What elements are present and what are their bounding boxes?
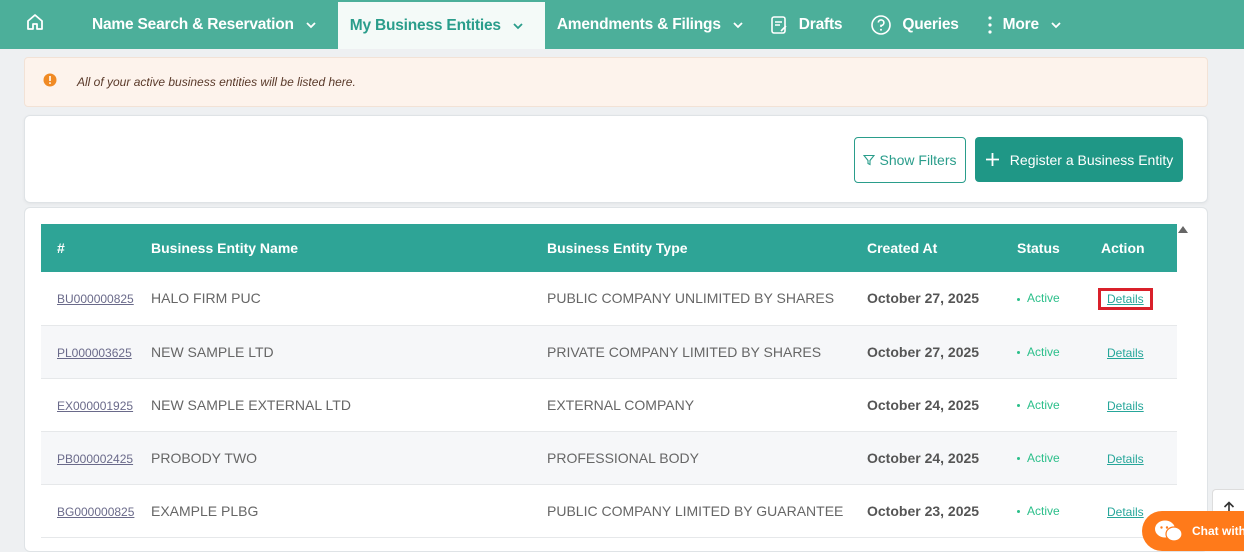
nav-label: More bbox=[1002, 15, 1039, 33]
status-badge: Active bbox=[1027, 503, 1060, 518]
header-type: Business Entity Type bbox=[547, 240, 688, 256]
nav-more[interactable]: More bbox=[973, 0, 1075, 49]
nav-label: My Business Entities bbox=[349, 16, 501, 34]
entity-id-link[interactable]: BG000000825 bbox=[57, 505, 134, 519]
status-dot bbox=[1017, 456, 1020, 460]
chat-icon bbox=[1155, 520, 1183, 542]
nav-my-business-entities[interactable]: My Business Entities bbox=[337, 2, 545, 49]
nav-name-search[interactable]: Name Search & Reservation bbox=[62, 0, 338, 49]
table-row: PB000002425 PROBODY TWO PROFESSIONAL BOD… bbox=[41, 431, 1177, 484]
entity-name: HALO FIRM PUC bbox=[151, 290, 261, 307]
home-icon bbox=[25, 12, 45, 37]
alert-text: All of your active business entities wil… bbox=[77, 75, 356, 89]
table-row: BU000000825 HALO FIRM PUC PUBLIC COMPANY… bbox=[41, 272, 1177, 325]
table-row: BG000000825 EXAMPLE PLBG PUBLIC COMPANY … bbox=[41, 484, 1177, 537]
table-row: PL000003625 NEW SAMPLE LTD PRIVATE COMPA… bbox=[41, 325, 1177, 378]
entity-created-at: October 27, 2025 bbox=[867, 290, 980, 307]
entity-type: PRIVATE COMPANY LIMITED BY SHARES bbox=[547, 343, 822, 360]
question-icon bbox=[870, 14, 892, 36]
entity-created-at: October 27, 2025 bbox=[867, 343, 980, 360]
chat-widget-button[interactable]: Chat with bbox=[1142, 511, 1244, 551]
chevron-down-icon bbox=[733, 21, 743, 28]
entity-type: PROFESSIONAL BODY bbox=[547, 449, 699, 466]
details-link[interactable]: Details bbox=[1101, 345, 1150, 361]
entity-name: PROBODY TWO bbox=[151, 449, 258, 466]
show-filters-label: Show Filters bbox=[879, 152, 957, 168]
plus-icon bbox=[985, 153, 999, 166]
entity-type: EXTERNAL COMPANY bbox=[547, 396, 695, 413]
entities-table-card: # Business Entity Name Business Entity T… bbox=[24, 207, 1208, 552]
status-dot bbox=[1017, 509, 1020, 513]
header-id: # bbox=[57, 240, 65, 256]
header-status: Status bbox=[1017, 240, 1060, 256]
home-nav-button[interactable] bbox=[0, 0, 62, 49]
status-badge: Active bbox=[1027, 344, 1060, 359]
entities-table: # Business Entity Name Business Entity T… bbox=[41, 224, 1177, 538]
details-link[interactable]: Details bbox=[1101, 451, 1150, 467]
nav-label: Name Search & Reservation bbox=[92, 15, 294, 33]
nav-label: Drafts bbox=[798, 15, 843, 33]
status-dot bbox=[1017, 297, 1020, 301]
chevron-down-icon bbox=[513, 22, 523, 29]
chevron-down-icon bbox=[306, 21, 316, 28]
chevron-down-icon bbox=[1051, 21, 1061, 28]
nav-label: Amendments & Filings bbox=[556, 15, 721, 33]
register-business-entity-button[interactable]: Register a Business Entity bbox=[975, 137, 1183, 182]
draft-icon bbox=[769, 15, 789, 35]
details-link[interactable]: Details bbox=[1098, 288, 1153, 311]
entity-created-at: October 23, 2025 bbox=[867, 502, 980, 519]
actions-card: Show Filters Register a Business Entity bbox=[24, 115, 1208, 203]
entity-name: NEW SAMPLE LTD bbox=[151, 343, 274, 360]
status-badge: Active bbox=[1027, 450, 1060, 465]
entity-name: NEW SAMPLE EXTERNAL LTD bbox=[151, 396, 351, 413]
chat-label: Chat with bbox=[1192, 524, 1244, 538]
nav-amendments-filings[interactable]: Amendments & Filings bbox=[545, 0, 757, 49]
details-link[interactable]: Details bbox=[1101, 398, 1150, 414]
warning-icon bbox=[43, 73, 57, 92]
entity-id-link[interactable]: PL000003625 bbox=[57, 346, 132, 360]
filter-icon bbox=[863, 154, 876, 166]
more-vertical-icon bbox=[987, 15, 993, 35]
table-row: EX000001925 NEW SAMPLE EXTERNAL LTD EXTE… bbox=[41, 378, 1177, 431]
show-filters-button[interactable]: Show Filters bbox=[854, 137, 966, 183]
entity-id-link[interactable]: PB000002425 bbox=[57, 452, 133, 466]
nav-label: Queries bbox=[902, 15, 959, 33]
scrollbar-up-arrow[interactable] bbox=[1178, 226, 1188, 233]
details-link[interactable]: Details bbox=[1101, 504, 1150, 520]
entity-type: PUBLIC COMPANY UNLIMITED BY SHARES bbox=[547, 290, 835, 307]
header-name: Business Entity Name bbox=[151, 240, 299, 256]
status-dot bbox=[1017, 350, 1020, 354]
nav-drafts[interactable]: Drafts bbox=[757, 0, 857, 49]
nav-queries[interactable]: Queries bbox=[856, 0, 972, 49]
register-label: Register a Business Entity bbox=[1009, 151, 1174, 168]
table-header-row: # Business Entity Name Business Entity T… bbox=[41, 224, 1177, 272]
info-alert: All of your active business entities wil… bbox=[24, 57, 1208, 107]
status-badge: Active bbox=[1027, 397, 1060, 412]
top-nav: Name Search & Reservation My Business En… bbox=[0, 0, 1244, 49]
header-action: Action bbox=[1101, 240, 1145, 256]
entity-created-at: October 24, 2025 bbox=[867, 449, 980, 466]
status-dot bbox=[1017, 403, 1020, 407]
entity-name: EXAMPLE PLBG bbox=[151, 502, 259, 519]
entity-id-link[interactable]: EX000001925 bbox=[57, 399, 133, 413]
entity-id-link[interactable]: BU000000825 bbox=[57, 292, 134, 306]
header-created-at: Created At bbox=[867, 240, 938, 256]
status-badge: Active bbox=[1027, 291, 1060, 306]
entity-created-at: October 24, 2025 bbox=[867, 396, 980, 413]
entity-type: PUBLIC COMPANY LIMITED BY GUARANTEE bbox=[547, 502, 844, 519]
